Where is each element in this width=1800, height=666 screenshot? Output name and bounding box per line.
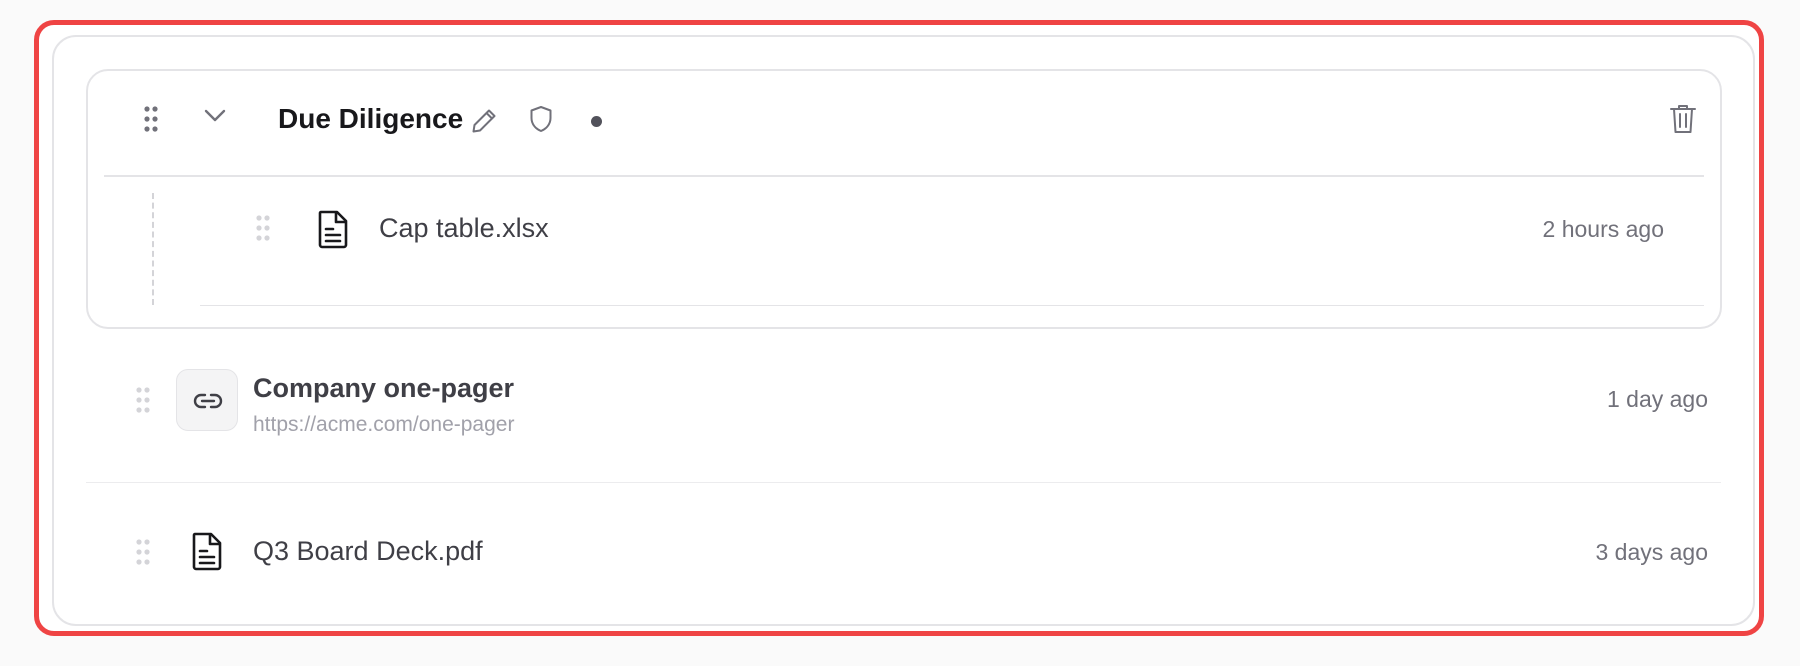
link-url[interactable]: https://acme.com/one-pager (253, 412, 514, 438)
timestamp: 2 hours ago (1542, 216, 1664, 242)
chevron-down-icon[interactable] (204, 109, 226, 128)
link-icon (176, 369, 238, 431)
list-item[interactable]: Company one-pager https://acme.com/one-p… (86, 327, 1722, 453)
document-icon (316, 209, 350, 254)
link-title[interactable]: Company one-pager (253, 371, 514, 405)
nesting-guide-line (152, 193, 154, 305)
pencil-icon[interactable] (470, 107, 498, 140)
folder-title: Due Diligence (278, 103, 464, 134)
timestamp: 3 days ago (1595, 539, 1708, 565)
folder-item-row[interactable]: Cap table.xlsx 2 hours ago (200, 177, 1704, 306)
folder-header: Due Diligence (88, 71, 1720, 175)
drag-handle-icon[interactable] (136, 387, 150, 413)
timestamp: 1 day ago (1606, 386, 1708, 412)
selection-highlight: Due Diligence Cap table.xlsx 2 hours ago… (34, 20, 1764, 636)
file-name[interactable]: Cap table.xlsx (379, 211, 549, 245)
status-dot (591, 116, 602, 127)
document-icon (190, 531, 224, 576)
folder-group: Due Diligence Cap table.xlsx 2 hours ago (86, 69, 1722, 329)
drag-handle-icon[interactable] (256, 215, 270, 241)
drag-handle-icon[interactable] (144, 106, 158, 132)
trash-icon[interactable] (1669, 103, 1697, 140)
file-name[interactable]: Q3 Board Deck.pdf (253, 534, 483, 568)
documents-card: Due Diligence Cap table.xlsx 2 hours ago… (52, 35, 1755, 626)
shield-icon (529, 105, 553, 138)
list-item[interactable]: Q3 Board Deck.pdf 3 days ago (86, 483, 1722, 603)
drag-handle-icon[interactable] (136, 539, 150, 565)
